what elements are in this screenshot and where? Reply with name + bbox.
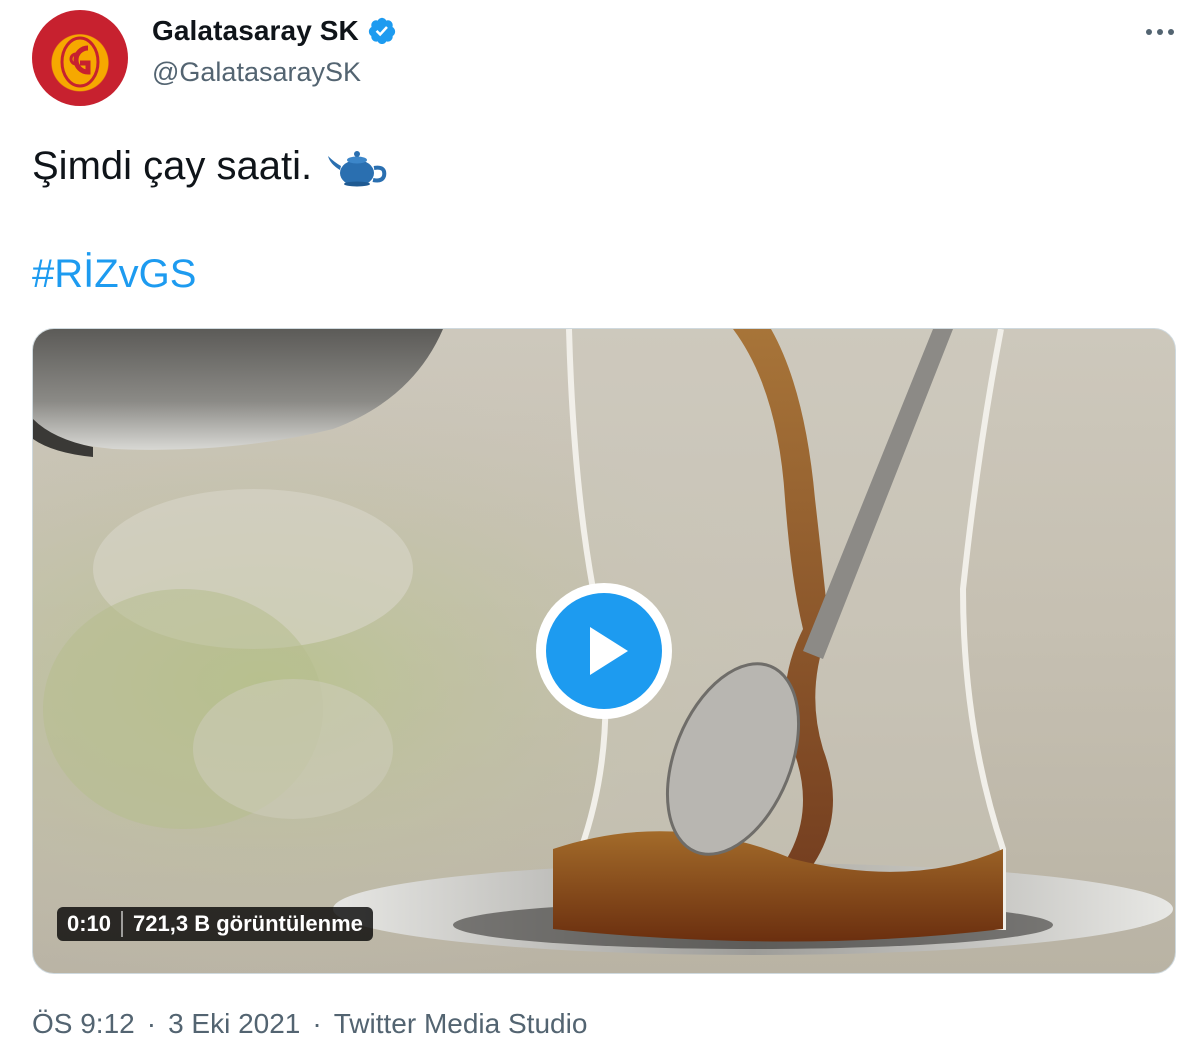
author-name-row: Galatasaray SK	[152, 14, 397, 48]
verified-badge-icon	[368, 17, 395, 45]
meta-separator: ·	[312, 1008, 322, 1039]
avatar[interactable]	[32, 10, 128, 106]
more-options-icon[interactable]	[1138, 14, 1182, 50]
tweet-source[interactable]: Twitter Media Studio	[334, 1008, 588, 1040]
more-dot	[1168, 29, 1174, 35]
tweet-time[interactable]: ÖS 9:12	[32, 1008, 135, 1040]
account-handle[interactable]: @GalatasaraySK	[152, 57, 361, 88]
play-icon	[546, 593, 662, 709]
teapot-icon	[328, 151, 387, 187]
meta-separator: ·	[146, 1008, 157, 1039]
tweet-text: Şimdi çay saati.	[32, 140, 388, 192]
more-dot	[1146, 29, 1152, 35]
tweet-metadata: ÖS 9:12 · 3 Eki 2021 · Twitter Media Stu…	[32, 1008, 587, 1040]
view-count: 721,3 B görüntülenme	[133, 911, 363, 936]
tweet-date[interactable]: 3 Eki 2021	[168, 1008, 300, 1040]
more-dot	[1157, 29, 1163, 35]
galatasaray-crest-icon	[60, 36, 100, 88]
play-triangle	[590, 627, 628, 675]
display-name[interactable]: Galatasaray SK	[152, 15, 359, 47]
video-player[interactable]: 0:10 721,3 B görüntülenme	[32, 328, 1176, 974]
video-stats-overlay: 0:10 721,3 B görüntülenme	[57, 907, 373, 941]
tweet-card: Galatasaray SK @GalatasaraySK Şimdi çay …	[0, 0, 1200, 1039]
tweet-text-content: Şimdi çay saati.	[32, 144, 313, 188]
hashtag-link[interactable]: #RİZvGS	[32, 248, 196, 300]
video-duration: 0:10	[57, 911, 124, 937]
play-button[interactable]	[536, 583, 672, 719]
